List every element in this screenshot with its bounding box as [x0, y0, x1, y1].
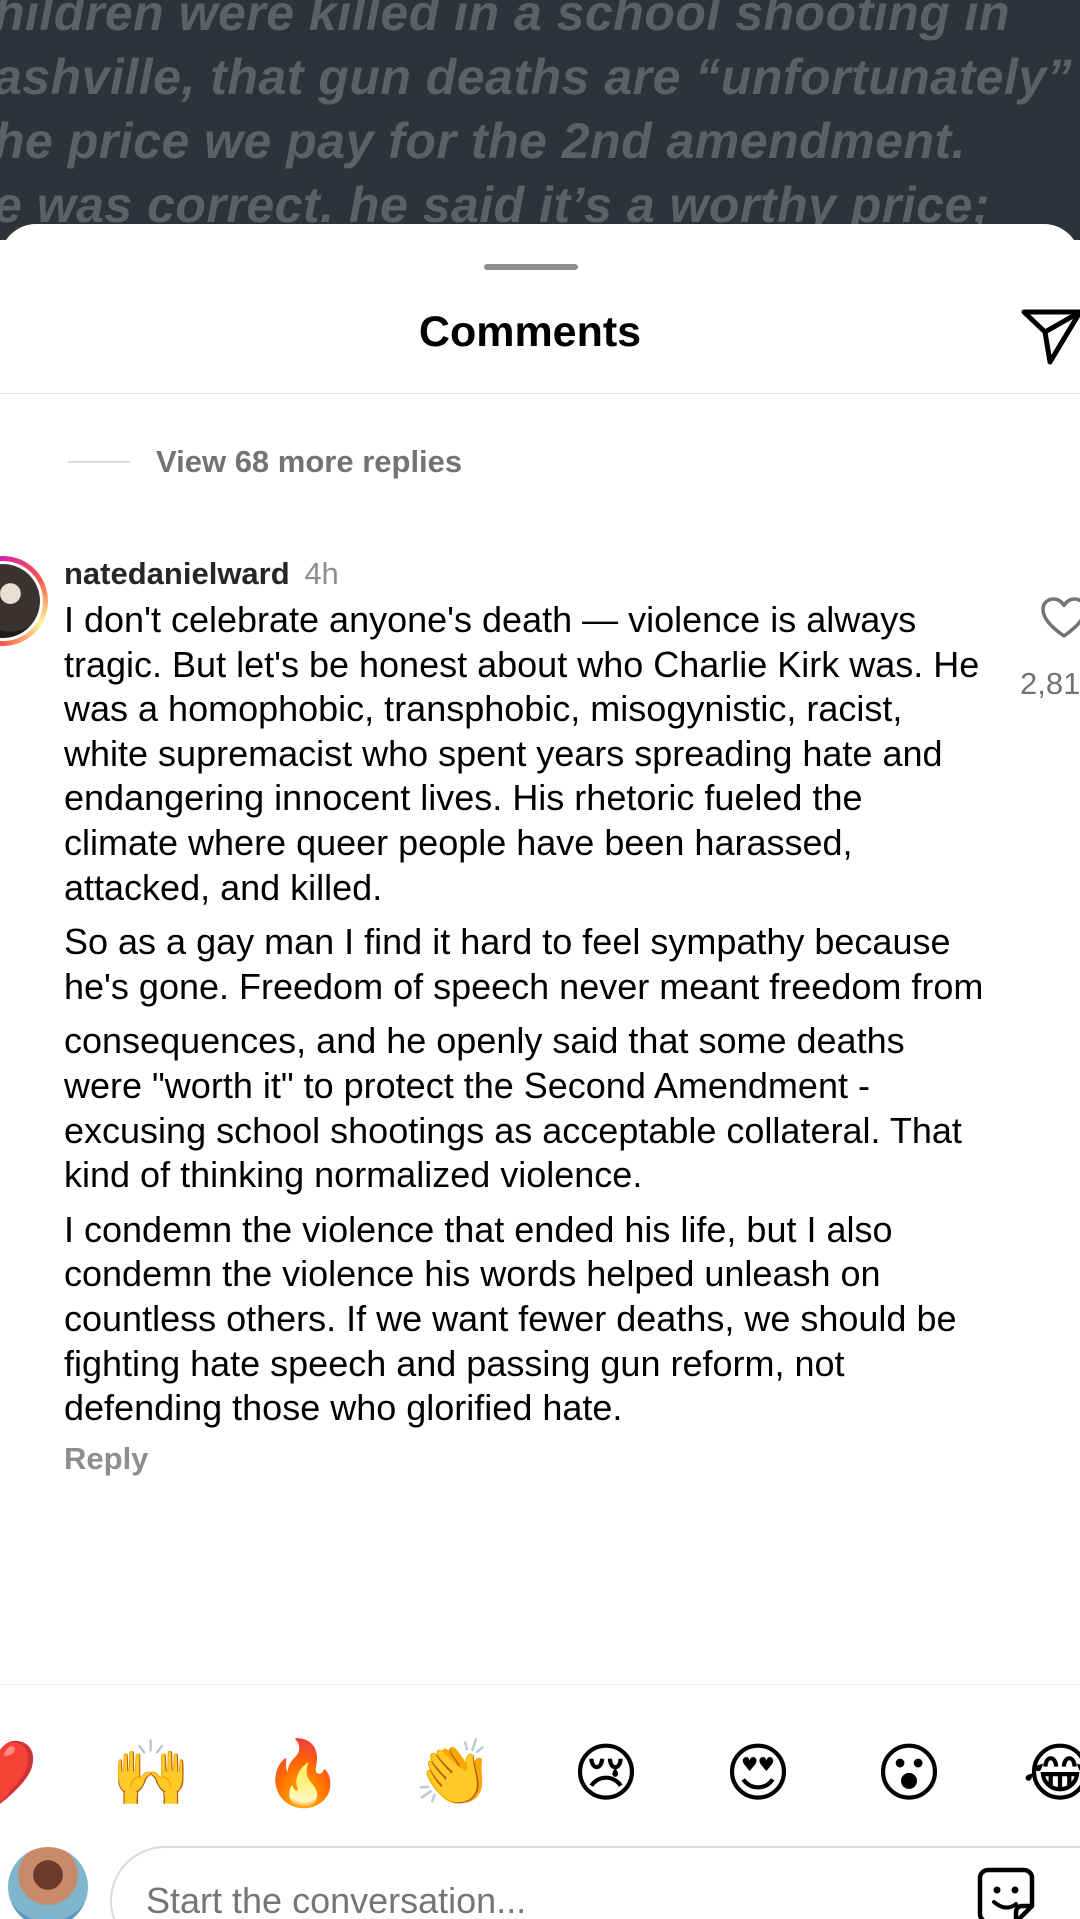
avatar-story-ring[interactable]	[0, 556, 48, 646]
sticker-icon[interactable]	[976, 1866, 1036, 1919]
red-heart-emoji-button[interactable]: ❤️	[0, 1734, 38, 1814]
comment-timestamp: 4h	[304, 556, 339, 591]
comment-paragraph: So as a gay man I find it hard to feel s…	[64, 921, 984, 1007]
view-more-replies-button[interactable]: View 68 more replies	[68, 444, 462, 480]
tears-of-joy-emoji-button[interactable]: 😂	[1020, 1734, 1080, 1814]
view-more-replies-label: View 68 more replies	[156, 444, 463, 479]
crying-face-emoji-button[interactable]: 😢	[566, 1734, 646, 1814]
emoji-bar-divider	[0, 1684, 1080, 1685]
sheet-grabber-handle[interactable]	[484, 264, 578, 270]
comment-username[interactable]: natedanielward	[64, 556, 290, 591]
paper-plane-icon[interactable]	[1020, 302, 1080, 366]
thread-line	[68, 461, 130, 463]
my-avatar[interactable]	[8, 1847, 88, 1919]
comment-header: natedanielward 4h	[64, 554, 984, 594]
background-post: hildren were killed in a school shooting…	[0, 0, 1080, 240]
heart-outline-icon[interactable]	[1040, 596, 1080, 640]
clapping-hands-emoji-button[interactable]: 👏	[414, 1734, 494, 1814]
like-count: 2,81	[1020, 666, 1080, 701]
comment-paragraph: consequences, and he openly said that so…	[64, 1020, 962, 1196]
raising-hands-emoji-button[interactable]: 🙌	[111, 1734, 191, 1814]
comments-title: Comments	[418, 308, 642, 356]
background-post-line: ashville, that gun deaths are “unfortuna…	[0, 49, 1073, 105]
comment-paragraph: I don't celebrate anyone's death — viole…	[64, 599, 980, 908]
avatar	[0, 564, 40, 638]
comments-sheet: Comments View 68 more replies natedaniel…	[0, 224, 1080, 1919]
reply-button[interactable]: Reply	[64, 1441, 984, 1477]
surprised-face-emoji-button[interactable]: 😮	[869, 1734, 949, 1814]
fire-emoji-button[interactable]: 🔥	[263, 1734, 343, 1814]
comment-item: natedanielward 4h I don't celebrate anyo…	[64, 554, 984, 1477]
quick-reaction-bar: ❤️ 🙌 🔥 👏 😢 😍 😮 😂	[0, 1734, 1080, 1834]
comment-paragraph: I condemn the violence that ended his li…	[64, 1208, 957, 1429]
background-post-line: he price we pay for the 2nd amendment.	[0, 113, 967, 169]
comment-input[interactable]	[110, 1846, 1080, 1919]
background-post-line: hildren were killed in a school shooting…	[0, 0, 1011, 41]
header-divider	[0, 393, 1080, 394]
heart-eyes-emoji-button[interactable]: 😍	[718, 1734, 798, 1814]
